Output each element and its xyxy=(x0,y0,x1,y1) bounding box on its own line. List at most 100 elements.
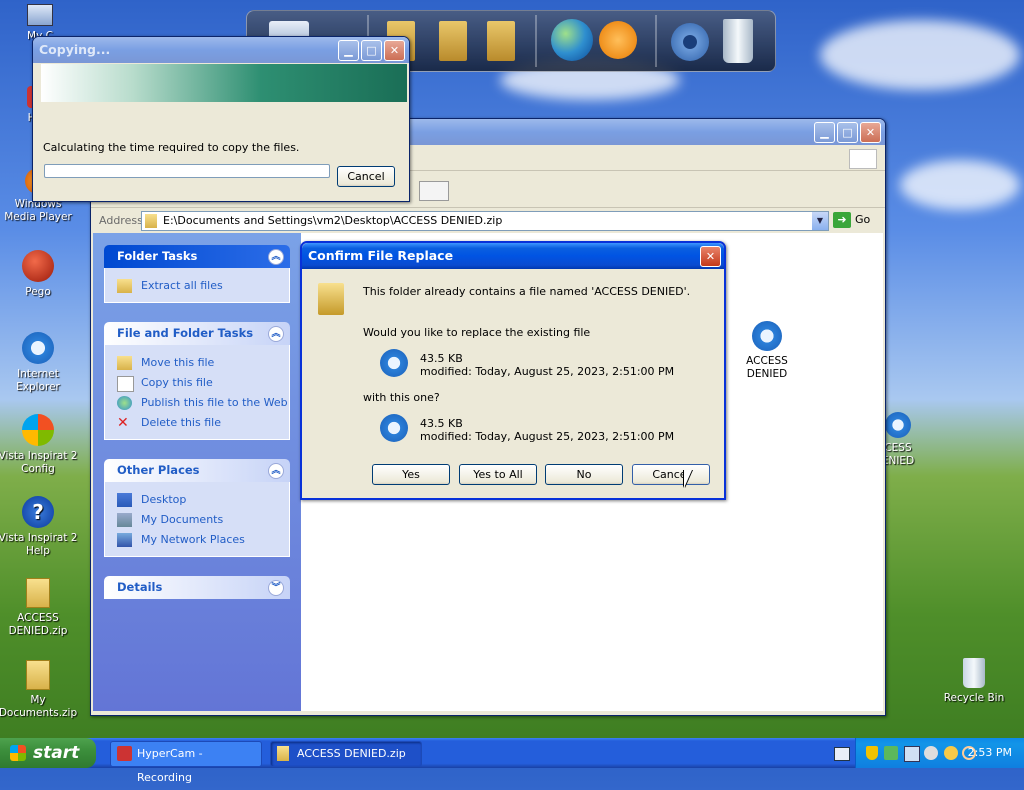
collapse-icon[interactable]: ︽ xyxy=(268,463,284,479)
task-delete-file[interactable]: ✕ Delete this file xyxy=(117,413,289,433)
address-input[interactable]: E:\Documents and Settings\vm2\Desktop\AC… xyxy=(141,211,829,231)
network-icon xyxy=(117,533,132,547)
desktop-icon-internet-explorer[interactable]: Internet Explorer xyxy=(0,332,78,394)
maximize-button[interactable]: □ xyxy=(837,122,858,143)
copying-dialog: Copying... ▁ □ ✕ Calculating the time re… xyxy=(32,36,410,202)
with-text: with this one? xyxy=(363,391,440,404)
folder-tasks-panel: Folder Tasks ︽ Extract all files xyxy=(104,245,290,303)
help-icon: ? xyxy=(22,496,54,528)
copy-status-text: Calculating the time required to copy th… xyxy=(43,141,300,154)
task-move-file[interactable]: Move this file xyxy=(117,353,289,373)
desktop-icon-access-denied-zip[interactable]: ACCESS DENIED.zip xyxy=(0,578,78,638)
other-places-panel: Other Places ︽ Desktop My Documents My N… xyxy=(104,459,290,557)
collapse-icon[interactable]: ︽ xyxy=(268,326,284,342)
pictures-folder-icon[interactable] xyxy=(439,21,467,61)
collapse-icon[interactable]: ︽ xyxy=(268,249,284,265)
recycle-bin-icon[interactable] xyxy=(723,19,753,63)
folder-tasks-header[interactable]: Folder Tasks ︽ xyxy=(104,245,290,268)
file-folder-tasks-header[interactable]: File and Folder Tasks ︽ xyxy=(104,322,290,345)
address-dropdown-button[interactable]: ▼ xyxy=(812,212,828,230)
copy-progress-bar xyxy=(44,164,330,178)
place-my-documents[interactable]: My Documents xyxy=(117,510,289,530)
hypercam-icon xyxy=(117,746,132,761)
desktop-icon-pego[interactable]: Pego xyxy=(0,250,78,299)
volume-icon[interactable] xyxy=(924,746,938,760)
desktop-icon-vista-help[interactable]: ? Vista Inspirat 2 Help xyxy=(0,496,78,558)
file-item-label: ACCESS DENIED xyxy=(746,355,788,380)
replace-folder-icon xyxy=(318,283,344,315)
go-arrow-icon: ➜ xyxy=(833,212,851,228)
close-button[interactable]: ✕ xyxy=(384,40,405,61)
zip-folder-icon xyxy=(117,279,132,293)
music-folder-icon[interactable] xyxy=(487,21,515,61)
zip-folder-icon xyxy=(26,578,50,608)
details-header[interactable]: Details ︾ xyxy=(104,576,290,599)
go-button[interactable]: ➜ Go xyxy=(833,211,879,229)
copy-animation xyxy=(41,64,407,102)
place-network[interactable]: My Network Places xyxy=(117,530,289,550)
windows-flag-icon xyxy=(10,745,26,761)
smiley-icon[interactable] xyxy=(944,746,958,760)
mouse-cursor-icon xyxy=(684,470,692,488)
documents-icon xyxy=(117,513,132,527)
minimize-button[interactable]: ▁ xyxy=(338,40,359,61)
go-label: Go xyxy=(855,213,871,226)
recycle-bin-icon xyxy=(963,658,985,688)
yes-to-all-button[interactable]: Yes to All xyxy=(459,464,537,485)
globe-icon xyxy=(117,396,132,410)
zip-folder-icon xyxy=(277,746,289,761)
confirm-question: Would you like to replace the existing f… xyxy=(363,326,591,339)
desktop-icon-my-documents-zip[interactable]: My Documents.zip xyxy=(0,660,78,720)
file-folder-tasks-panel: File and Folder Tasks ︽ Move this file C… xyxy=(104,322,290,440)
windows-flag-icon xyxy=(22,414,54,446)
address-label: Address xyxy=(99,214,143,227)
file-item[interactable]: ACCESS DENIED xyxy=(737,321,797,380)
maximize-button[interactable]: □ xyxy=(361,40,382,61)
internet-explorer-icon xyxy=(752,321,782,351)
keyboard-icon[interactable] xyxy=(834,747,850,761)
no-button[interactable]: No xyxy=(545,464,623,485)
copying-titlebar[interactable]: Copying... ▁ □ ✕ xyxy=(33,37,409,63)
desktop-icon xyxy=(117,493,132,507)
copy-cancel-button[interactable]: Cancel xyxy=(337,166,395,187)
delete-icon: ✕ xyxy=(117,415,129,431)
clock: 2:53 PM xyxy=(967,746,1012,759)
details-panel: Details ︾ xyxy=(104,576,290,599)
file-folder-tasks-body: Move this file Copy this file Publish th… xyxy=(104,345,290,440)
media-player-icon[interactable] xyxy=(599,21,637,59)
gear-icon[interactable] xyxy=(671,23,709,61)
taskbar-item-access-denied[interactable]: ACCESS DENIED.zip xyxy=(270,741,422,767)
zip-folder-icon xyxy=(26,660,50,690)
task-publish-web[interactable]: Publish this file to the Web xyxy=(117,393,289,413)
views-icon[interactable] xyxy=(419,181,449,201)
desktop-icon-vista-config[interactable]: Vista Inspirat 2 Config xyxy=(0,414,78,476)
confirm-replace-dialog: Confirm File Replace ✕ This folder alrea… xyxy=(300,241,726,500)
expand-icon[interactable]: ︾ xyxy=(268,580,284,596)
globe-icon[interactable] xyxy=(551,19,593,61)
task-extract-all[interactable]: Extract all files xyxy=(117,276,289,296)
network-icon[interactable] xyxy=(884,746,898,760)
computer-icon xyxy=(27,4,53,26)
cancel-button[interactable]: Cancel xyxy=(632,464,710,485)
place-desktop[interactable]: Desktop xyxy=(117,490,289,510)
taskbar-item-hypercam[interactable]: HyperCam - Recording xyxy=(110,741,262,784)
existing-file-icon xyxy=(380,349,408,377)
yes-button[interactable]: Yes xyxy=(372,464,450,485)
display-icon[interactable] xyxy=(904,746,920,762)
address-value: E:\Documents and Settings\vm2\Desktop\AC… xyxy=(163,214,503,227)
task-copy-file[interactable]: Copy this file xyxy=(117,373,289,393)
copy-icon xyxy=(117,376,134,392)
minimize-button[interactable]: ▁ xyxy=(814,122,835,143)
close-button[interactable]: ✕ xyxy=(860,122,881,143)
confirm-titlebar[interactable]: Confirm File Replace ✕ xyxy=(302,243,724,269)
confirm-message: This folder already contains a file name… xyxy=(363,285,691,298)
new-file-icon xyxy=(380,414,408,442)
start-button[interactable]: start xyxy=(0,738,96,768)
move-icon xyxy=(117,356,132,370)
close-button[interactable]: ✕ xyxy=(700,246,721,267)
desktop-icon-recycle-bin[interactable]: Recycle Bin xyxy=(934,658,1014,705)
internet-explorer-icon xyxy=(22,332,54,364)
security-shield-icon[interactable] xyxy=(866,746,878,760)
other-places-header[interactable]: Other Places ︽ xyxy=(104,459,290,482)
other-places-body: Desktop My Documents My Network Places xyxy=(104,482,290,557)
